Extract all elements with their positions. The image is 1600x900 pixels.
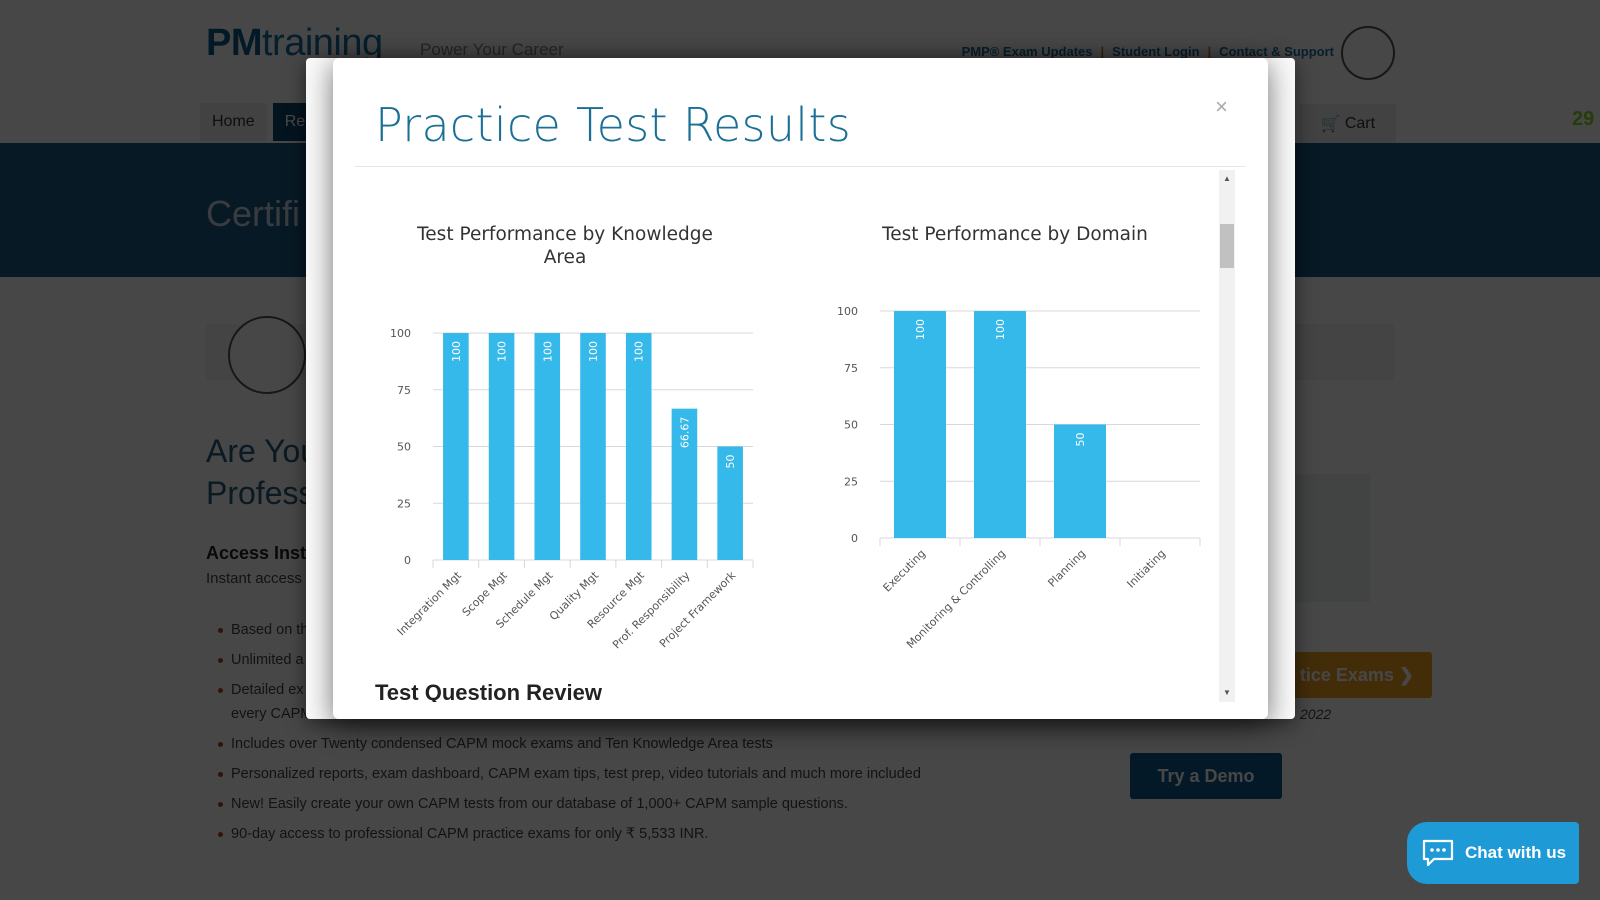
chart-knowledge-area: Test Performance by KnowledgeArea 0 25 50 75…: [390, 224, 754, 652]
x-tick-label: Planning: [1045, 547, 1088, 590]
bar: [443, 333, 469, 560]
y-tick-label: 25: [397, 497, 411, 510]
chart-title: Test Performance by Knowledge: [416, 224, 713, 245]
y-tick-label: 75: [397, 384, 411, 397]
chart-title: Area: [544, 247, 587, 268]
x-tick-label: Prof. Responsibility: [610, 569, 693, 652]
data-label: 66.67: [678, 417, 691, 449]
y-tick-label: 0: [851, 532, 858, 545]
y-tick-label: 75: [844, 362, 858, 375]
y-tick-label: 25: [844, 475, 858, 488]
bar: [974, 311, 1026, 538]
data-label: 100: [496, 341, 509, 362]
chat-widget-button[interactable]: Chat with us: [1407, 822, 1579, 884]
data-label: 100: [587, 341, 600, 362]
data-label: 100: [914, 319, 927, 340]
y-tick-label: 50: [397, 441, 411, 454]
bar: [534, 333, 561, 560]
modal-body[interactable]: Test Performance by Knowledge Area 0 25 50 75…: [355, 170, 1235, 702]
scrollbar[interactable]: ▲ ▼: [1219, 170, 1235, 702]
chat-bubble-icon: [1422, 839, 1454, 867]
bar: [625, 333, 652, 560]
data-label: 100: [450, 341, 463, 362]
modal-title: Practice Test Results: [375, 98, 851, 152]
data-label: 100: [633, 341, 646, 362]
chart-title: Test Performance by Domain: [881, 224, 1148, 245]
scroll-down-arrow-icon[interactable]: ▼: [1219, 686, 1235, 700]
chart-domain: Test Performance by Domain 0 25 50 75 100 100 E…: [837, 224, 1201, 651]
chat-label: Chat with us: [1465, 843, 1567, 862]
x-tick-label: Executing: [881, 547, 929, 595]
y-tick-label: 100: [837, 305, 858, 318]
data-label: 100: [994, 319, 1007, 340]
bar: [580, 333, 606, 560]
x-tick-label: Project Framework: [657, 568, 739, 650]
data-label: 50: [724, 455, 737, 469]
y-tick-label: 50: [844, 419, 858, 432]
y-tick-label: 0: [404, 554, 411, 567]
y-tick-label: 100: [390, 327, 411, 340]
close-button[interactable]: ×: [1215, 94, 1228, 120]
scroll-thumb[interactable]: [1220, 224, 1234, 268]
data-label: 100: [541, 341, 554, 362]
scroll-up-arrow-icon[interactable]: ▲: [1219, 172, 1235, 186]
bar: [894, 311, 946, 538]
x-tick-label: Initiating: [1124, 547, 1168, 591]
divider: [355, 166, 1246, 167]
x-tick-label: Integration Mgt: [395, 568, 465, 638]
bar: [488, 333, 515, 560]
practice-results-modal: Practice Test Results × Test Performance…: [333, 58, 1268, 719]
section-heading-peek: Test Question Review: [375, 680, 602, 702]
data-label: 50: [1074, 433, 1087, 447]
